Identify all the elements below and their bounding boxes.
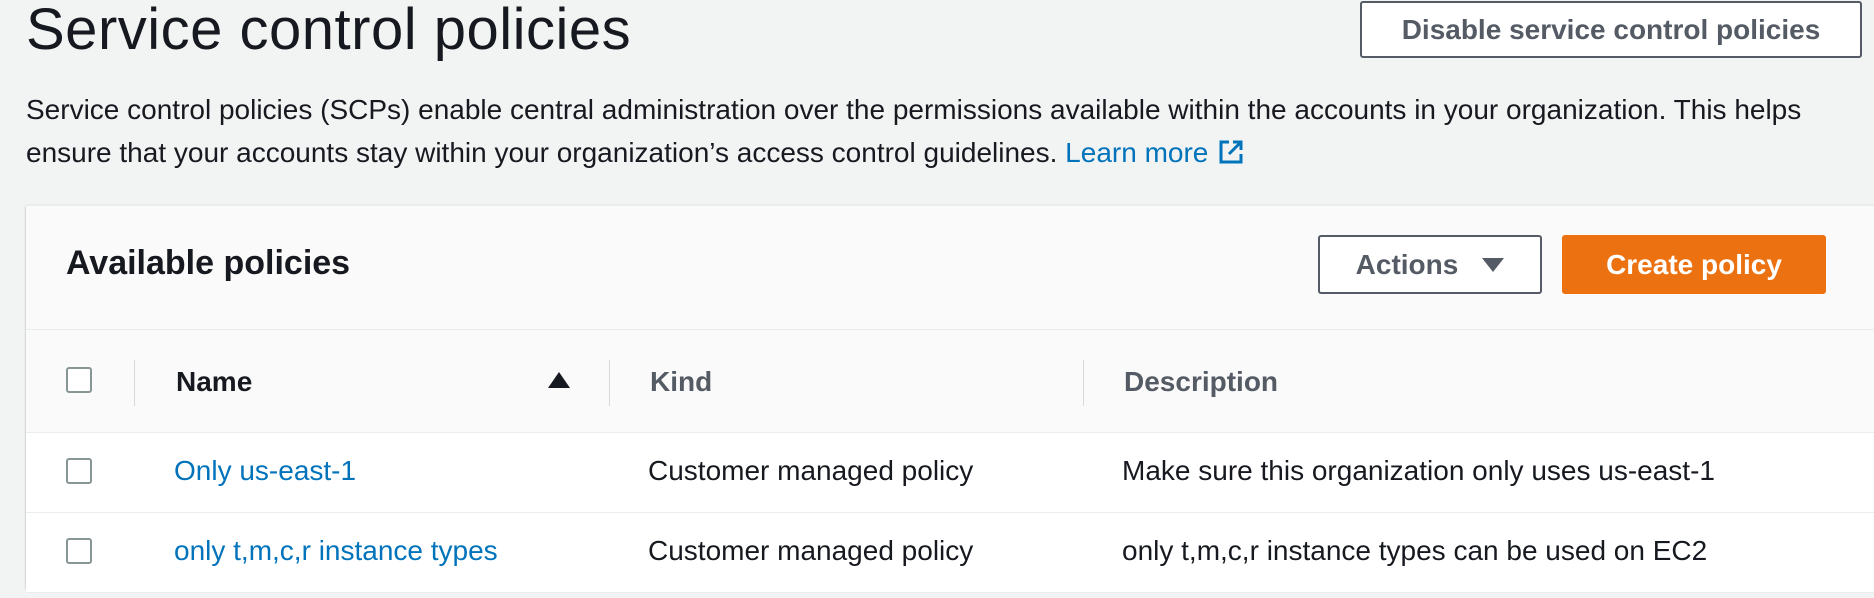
actions-label: Actions [1355,248,1459,280]
policy-name-link[interactable]: Only us-east-1 [174,455,356,487]
external-link-icon [1219,140,1243,164]
policy-description: Make sure this organization only uses us… [1122,455,1715,486]
policy-kind: Customer managed policy [648,455,974,486]
page-description: Service control policies (SCPs) enable c… [26,88,1856,174]
caret-down-icon [1482,257,1505,272]
sort-ascending-icon[interactable] [548,372,570,388]
policy-description: only t,m,c,r instance types can be used … [1122,535,1708,566]
panel-title: Available policies [66,244,351,282]
policy-kind: Customer managed policy [648,535,974,566]
actions-dropdown-button[interactable]: Actions [1318,235,1542,294]
policies-panel: Available policies Actions Create policy… [26,205,1874,593]
column-header-name[interactable]: Name [176,366,252,398]
select-all-checkbox[interactable] [66,367,92,393]
learn-more-link[interactable]: Learn more [1065,137,1244,168]
disable-scp-button[interactable]: Disable service control policies [1360,1,1862,58]
table-header: Name Kind Description [26,330,1874,433]
table-row[interactable]: Only us-east-1 Customer managed policy M… [26,433,1874,513]
page-title: Service control policies [26,0,632,62]
column-divider [134,360,135,406]
column-header-kind[interactable]: Kind [650,366,712,398]
learn-more-label[interactable]: Learn more [1065,137,1208,168]
panel-header: Available policies Actions Create policy [26,206,1874,330]
row-checkbox[interactable] [66,458,92,484]
column-divider [609,360,610,406]
policy-name-link[interactable]: only t,m,c,r instance types [174,535,498,567]
row-checkbox[interactable] [66,538,92,564]
table-row[interactable]: only t,m,c,r instance types Customer man… [26,513,1874,593]
create-policy-button[interactable]: Create policy [1562,235,1826,294]
column-header-description[interactable]: Description [1124,366,1278,398]
description-text: Service control policies (SCPs) enable c… [26,94,1802,168]
column-divider [1083,360,1084,406]
